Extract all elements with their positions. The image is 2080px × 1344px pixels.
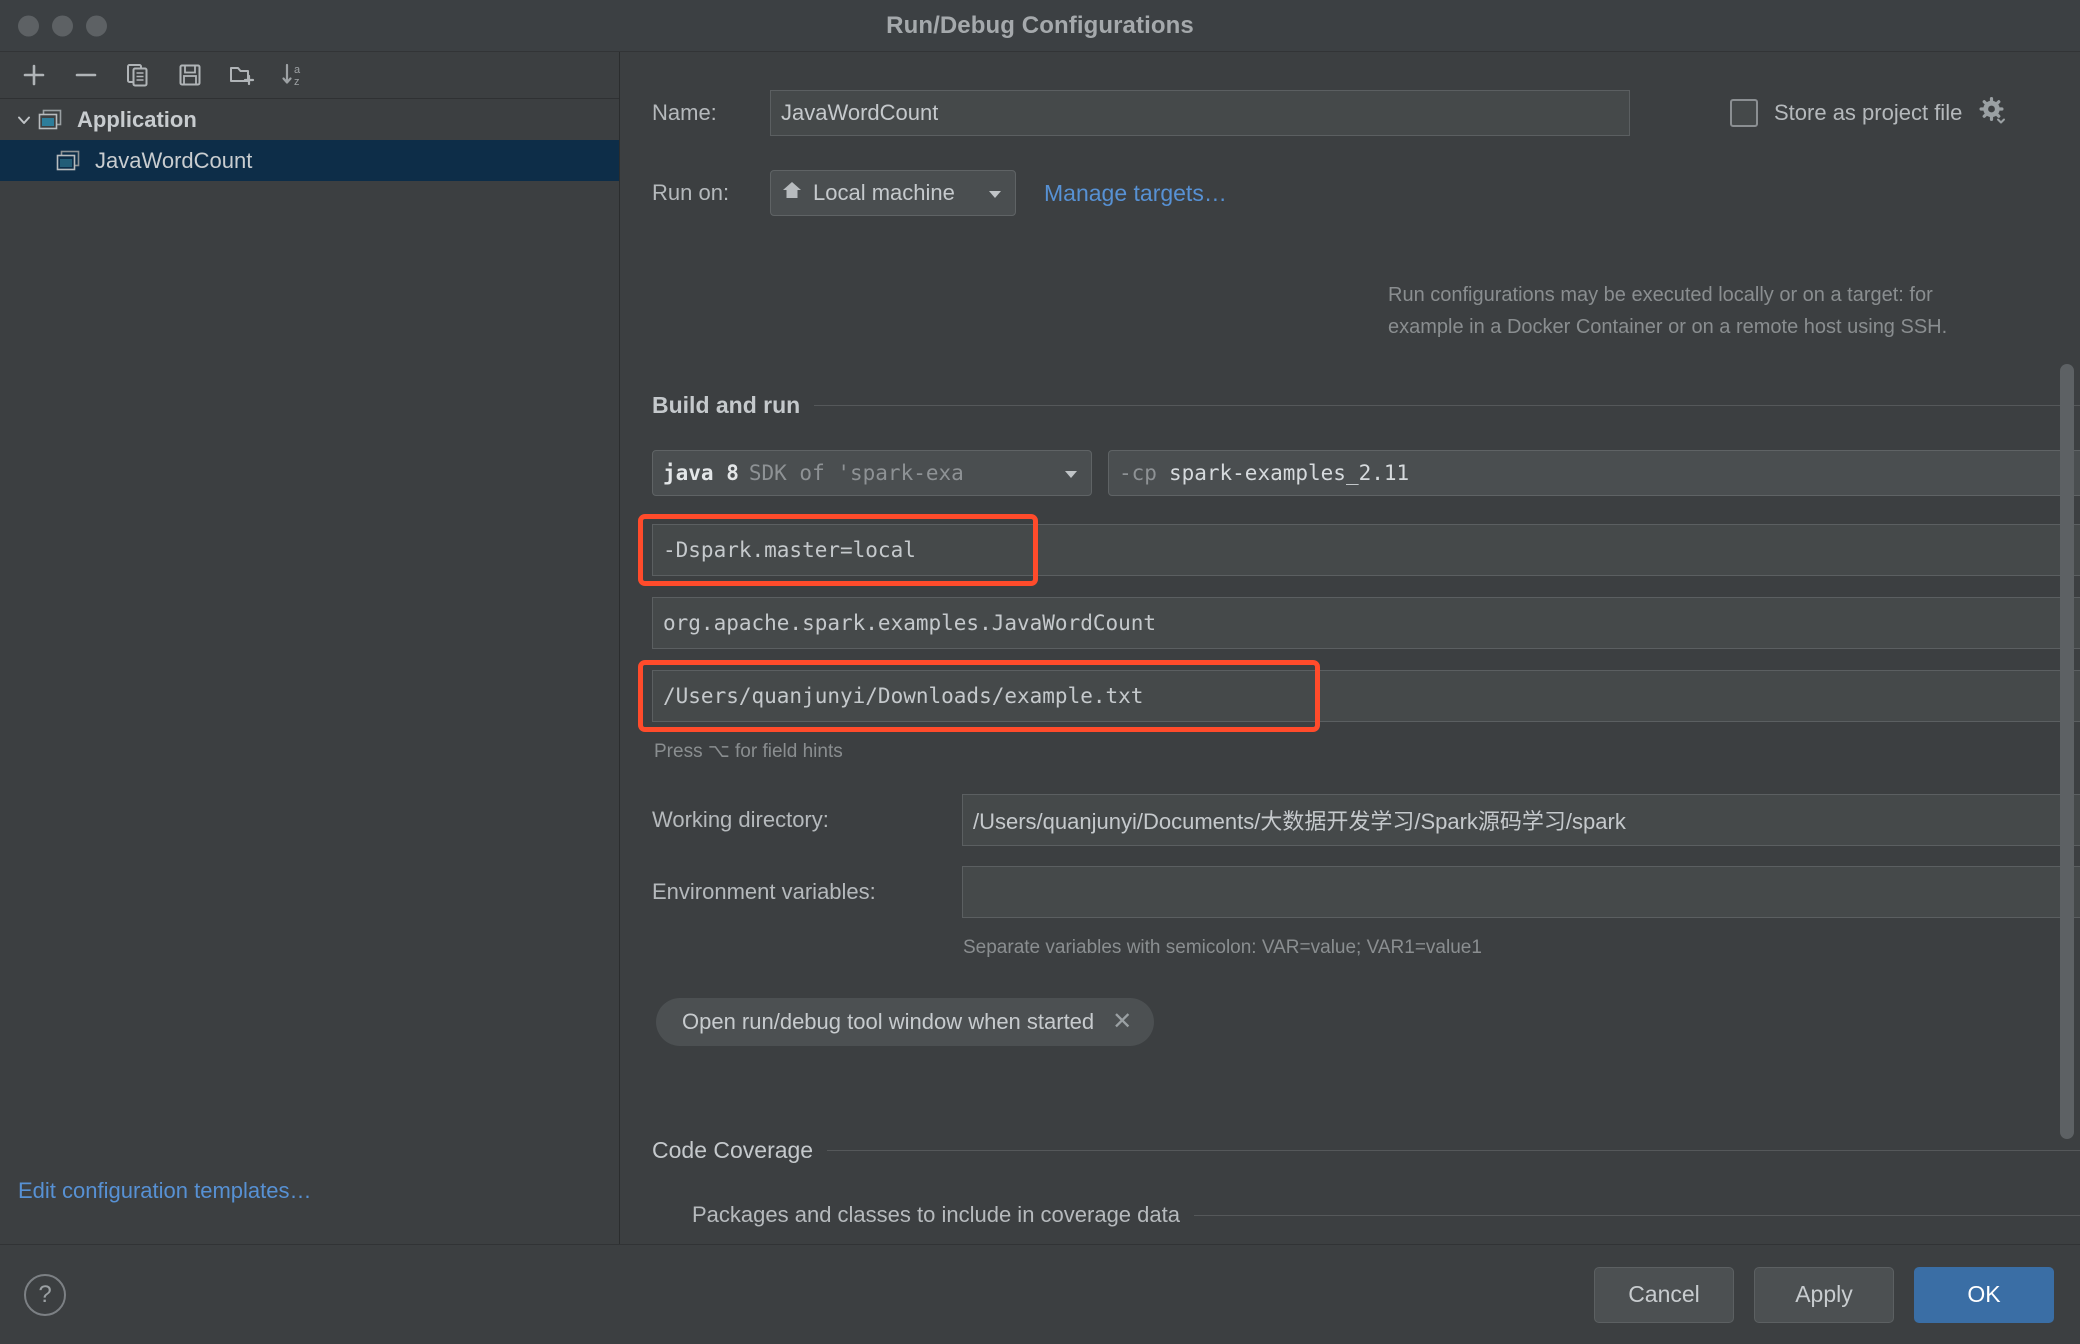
dialog-footer: ? Cancel Apply OK [0,1244,2080,1344]
ok-button[interactable]: OK [1914,1266,2054,1323]
configurations-sidebar: a z Application JavaWordCount Edit confi… [0,52,620,1244]
maximize-window-button[interactable] [86,15,107,36]
edit-configuration-templates-link[interactable]: Edit configuration templates… [18,1178,312,1204]
minimize-window-button[interactable] [52,15,73,36]
configuration-editor-panel: Name: JavaWordCount Store as project fil… [620,52,2080,1244]
copy-configuration-button[interactable] [112,55,164,95]
section-divider [827,1150,2080,1151]
gear-icon[interactable] [1978,96,2008,131]
sort-alphabetically-button[interactable]: a z [268,55,320,95]
run-on-description-line2: example in a Docker Container or on a re… [1388,316,1948,338]
classpath-combobox[interactable]: -cp spark-examples_2.11 [1108,450,2080,496]
store-as-project-file-group[interactable]: Store as project file [1730,96,2008,131]
manage-targets-link[interactable]: Manage targets… [1044,180,1227,207]
chevron-down-icon[interactable] [10,111,38,129]
help-button[interactable]: ? [24,1273,66,1316]
environment-variables-input[interactable] [962,866,2080,918]
chevron-down-icon[interactable] [987,180,1003,206]
run-on-target-combobox[interactable]: Local machine [770,170,1016,216]
add-configuration-button[interactable] [8,55,60,95]
code-coverage-section-header: Code Coverage Modify [652,1137,2080,1164]
environment-variables-label: Environment variables: [652,879,876,904]
section-divider [814,405,2080,406]
name-input-value: JavaWordCount [781,100,939,125]
sidebar-item-label: JavaWordCount [95,147,253,173]
svg-text:a: a [294,64,301,76]
title-bar: Run/Debug Configurations [0,0,2080,52]
run-debug-configurations-dialog: Run/Debug Configurations a z Application… [0,0,2080,1344]
name-input[interactable]: JavaWordCount [770,90,1630,136]
build-and-run-title: Build and run [652,392,801,418]
vm-options-value: -Dspark.master=local [663,538,916,562]
svg-text:z: z [294,76,300,88]
apply-button[interactable]: Apply [1754,1266,1894,1323]
working-directory-label: Working directory: [652,807,829,832]
open-tool-window-chip[interactable]: Open run/debug tool window when started … [656,998,1155,1046]
classpath-prefix: -cp [1119,461,1157,485]
footer-buttons: Cancel Apply OK [1594,1266,2054,1323]
configurations-tree: Application JavaWordCount [0,99,619,181]
close-icon[interactable]: ✕ [1112,1010,1132,1034]
store-as-project-file-label: Store as project file [1774,100,1963,125]
dialog-title: Run/Debug Configurations [886,11,1194,39]
run-on-target-value: Local machine [813,180,955,205]
working-directory-value: /Users/quanjunyi/Documents/大数据开发学习/Spark… [973,809,1626,834]
application-icon [38,109,68,131]
store-as-project-file-checkbox[interactable] [1730,99,1758,127]
window-controls[interactable] [18,15,107,36]
coverage-packages-subheader: Packages and classes to include in cover… [692,1202,2080,1228]
main-class-input[interactable]: org.apache.spark.examples.JavaWordCount [652,597,2080,649]
remove-configuration-button[interactable] [60,55,112,95]
dialog-body: a z Application JavaWordCount Edit confi… [0,52,2080,1244]
run-on-label: Run on: [652,180,730,205]
close-window-button[interactable] [18,15,39,36]
coverage-packages-title: Packages and classes to include in cover… [692,1202,1180,1227]
run-on-description-line1: Run configurations may be executed local… [1388,284,1933,306]
tree-group-label: Application [77,106,197,132]
name-row: Name: JavaWordCount Store as project fil… [652,90,2080,136]
section-divider [1193,1214,2080,1216]
sidebar-toolbar: a z [0,52,619,99]
field-hints-text: Press ⌥ for field hints [654,741,843,762]
run-on-description: Run configurations may be executed local… [1388,284,1947,339]
jre-value-bold: java 8 [663,461,739,485]
content-scrollbar[interactable] [2060,364,2074,1139]
new-folder-button[interactable] [216,55,268,95]
environment-variables-hint: Separate variables with semicolon: VAR=v… [963,937,1482,958]
program-arguments-input[interactable]: /Users/quanjunyi/Downloads/example.txt [652,670,2080,722]
jre-classpath-row: java 8 SDK of 'spark-exa -cp spark-examp… [652,450,2080,496]
build-and-run-section-header: Build and run Modify options ⌥M [652,392,2080,419]
working-directory-input[interactable]: /Users/quanjunyi/Documents/大数据开发学习/Spark… [962,794,2080,846]
run-on-row: Run on: Local machine Manage targets… [652,170,1227,216]
classpath-value: spark-examples_2.11 [1168,461,1410,485]
home-icon [781,179,803,207]
tree-group-application[interactable]: Application [0,99,619,140]
name-label: Name: [652,100,717,125]
jre-combobox[interactable]: java 8 SDK of 'spark-exa [652,450,1092,496]
save-configuration-button[interactable] [164,55,216,95]
working-directory-row: Working directory: /Users/quanjunyi/Docu… [652,794,2080,846]
main-class-value: org.apache.spark.examples.JavaWordCount [663,611,1157,635]
application-icon [56,150,86,172]
cancel-button[interactable]: Cancel [1594,1266,1734,1323]
sidebar-item-javawordcount[interactable]: JavaWordCount [0,140,619,181]
environment-variables-row: Environment variables: [652,866,2080,918]
code-coverage-title: Code Coverage [652,1137,814,1163]
open-tool-window-chip-label: Open run/debug tool window when started [682,1009,1095,1034]
chevron-down-icon[interactable] [1063,461,1079,485]
program-arguments-value: /Users/quanjunyi/Downloads/example.txt [663,684,1144,708]
jre-value-dim: SDK of 'spark-exa [748,461,964,485]
vm-options-input[interactable]: -Dspark.master=local [652,524,2080,576]
